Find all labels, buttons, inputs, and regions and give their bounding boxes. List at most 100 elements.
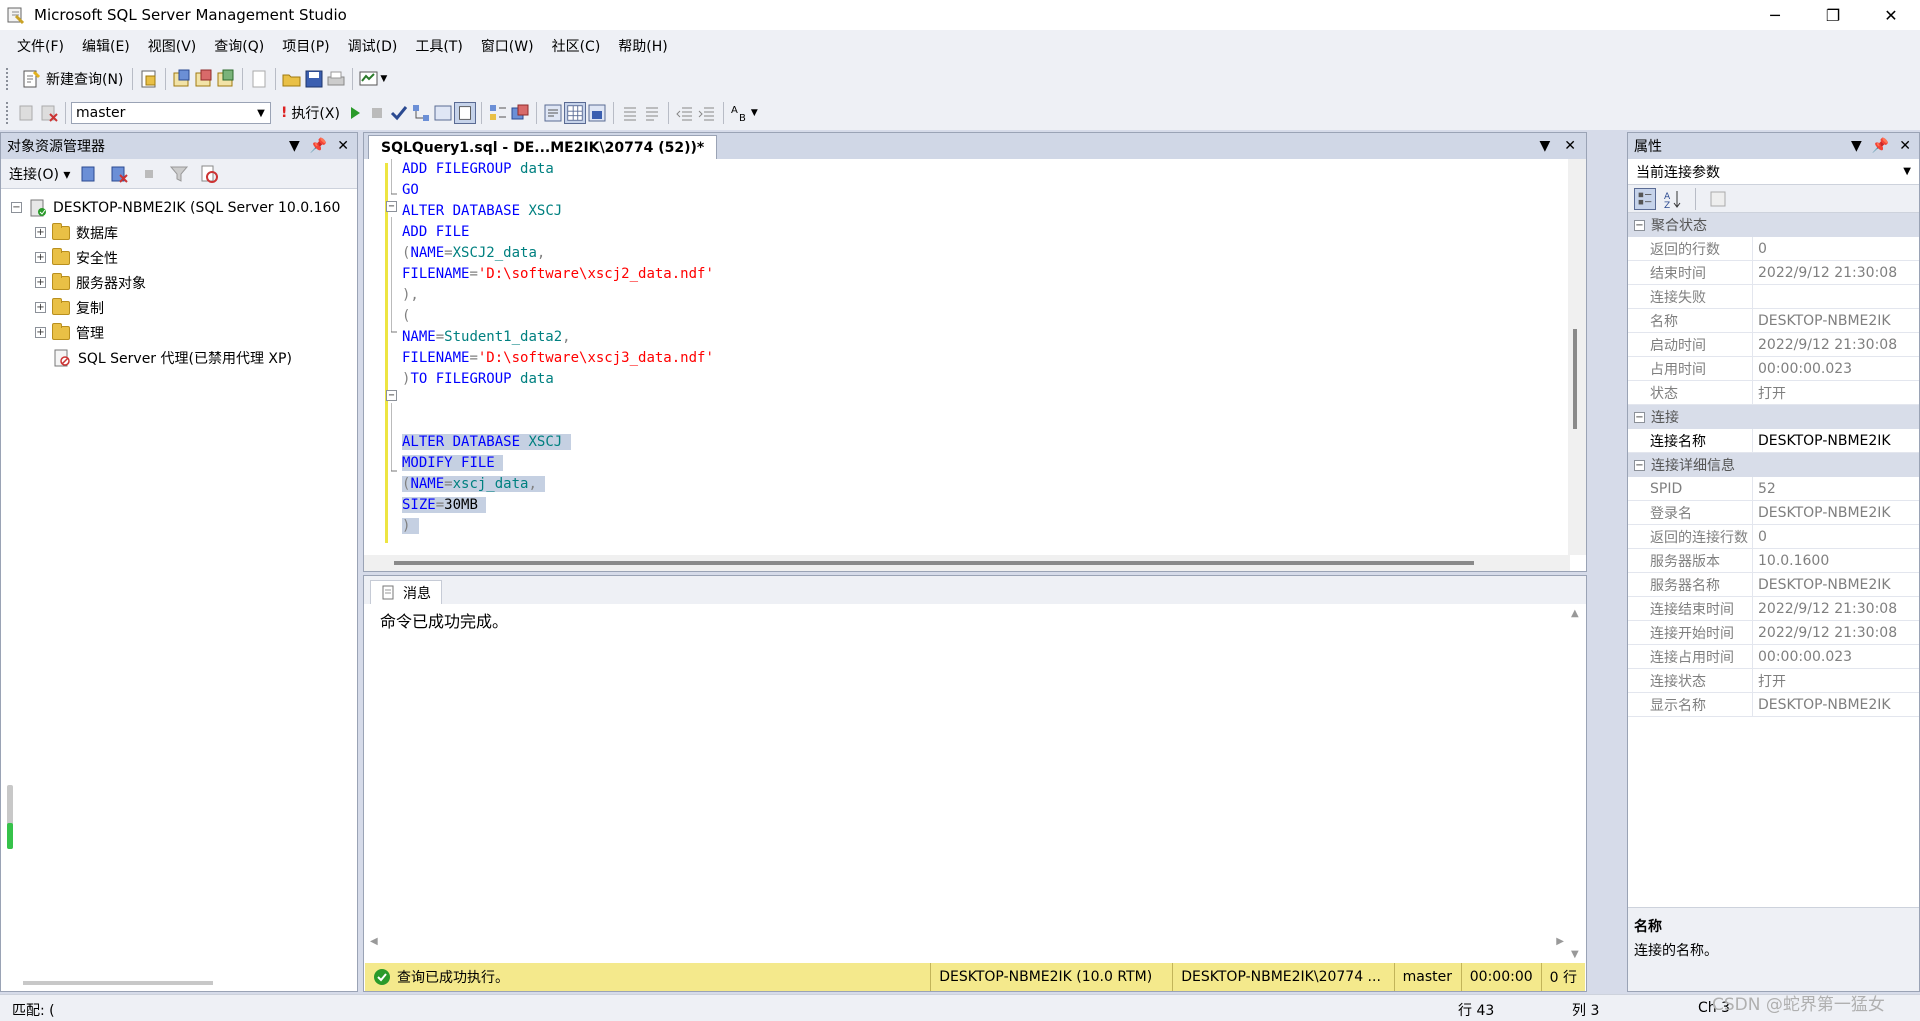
collapse-region-icon[interactable]: − xyxy=(386,390,397,401)
toolbar-overflow-icon[interactable]: ▼ xyxy=(380,74,387,84)
collapse-icon[interactable]: − xyxy=(1634,459,1645,471)
intellisense-icon[interactable] xyxy=(487,102,509,124)
property-row[interactable]: 登录名 DESKTOP-NBME2IK xyxy=(1628,501,1919,525)
property-row[interactable]: 服务器版本 10.0.1600 xyxy=(1628,549,1919,573)
minimize-button[interactable]: ─ xyxy=(1746,0,1804,30)
horizontal-scrollbar[interactable] xyxy=(23,981,213,985)
category-connection[interactable]: − 连接 xyxy=(1628,405,1919,429)
active-files-dropdown-icon[interactable]: ▼ xyxy=(1539,138,1550,154)
tree-node-security[interactable]: + 安全性 xyxy=(1,245,357,270)
menu-help[interactable]: 帮助(H) xyxy=(609,36,676,56)
property-row[interactable]: 连接名称 DESKTOP-NBME2IK xyxy=(1628,429,1919,453)
database-engine-query-icon[interactable] xyxy=(138,68,160,90)
property-row[interactable]: 启动时间 2022/9/12 21:30:08 xyxy=(1628,333,1919,357)
connect-dropdown-button[interactable]: 连接(O) ▾ xyxy=(9,164,70,184)
property-row[interactable]: 结束时间 2022/9/12 21:30:08 xyxy=(1628,261,1919,285)
connect-icon[interactable] xyxy=(16,102,38,124)
menu-file[interactable]: 文件(F) xyxy=(8,36,73,56)
property-row[interactable]: 连接占用时间 00:00:00.023 xyxy=(1628,645,1919,669)
collapse-icon[interactable]: − xyxy=(1634,411,1645,423)
mdx-query-icon[interactable] xyxy=(193,68,215,90)
panel-dropdown-icon[interactable]: ▼ xyxy=(1851,138,1862,154)
expand-icon[interactable]: + xyxy=(35,302,46,313)
specify-values-icon[interactable] xyxy=(453,102,476,124)
editor-vertical-scrollbar[interactable] xyxy=(1568,159,1586,555)
tab-sqlquery1[interactable]: SQLQuery1.sql - DE...ME2IK\20774 (52))* xyxy=(368,135,718,159)
execute-button[interactable]: ! 执行(X) xyxy=(277,101,344,125)
menu-view[interactable]: 视图(V) xyxy=(139,36,206,56)
property-row[interactable]: 名称 DESKTOP-NBME2IK xyxy=(1628,309,1919,333)
results-to-text-icon[interactable] xyxy=(542,102,564,124)
property-row[interactable]: 显示名称 DESKTOP-NBME2IK xyxy=(1628,693,1919,717)
menu-edit[interactable]: 编辑(E) xyxy=(73,36,139,56)
close-icon[interactable]: ✕ xyxy=(1899,138,1911,154)
query-designer-icon[interactable] xyxy=(432,102,454,124)
results-to-grid-icon[interactable] xyxy=(563,102,586,124)
property-row[interactable]: 返回的连接行数 0 xyxy=(1628,525,1919,549)
tree-node-server[interactable]: − DESKTOP-NBME2IK (SQL Server 10.0.160 xyxy=(1,195,357,220)
property-row[interactable]: 连接失败 xyxy=(1628,285,1919,309)
restore-button[interactable]: ❐ xyxy=(1804,0,1862,30)
analysis-query-icon[interactable] xyxy=(171,68,193,90)
parse-checkmark-icon[interactable] xyxy=(388,102,410,124)
expand-icon[interactable]: + xyxy=(35,327,46,338)
toolbar-grip[interactable] xyxy=(6,102,10,124)
available-databases-select[interactable]: master ▼ xyxy=(71,102,271,124)
property-row[interactable]: 连接开始时间 2022/9/12 21:30:08 xyxy=(1628,621,1919,645)
specify-template-values-icon[interactable]: AB xyxy=(729,102,751,124)
scroll-left-arrow-icon[interactable]: ◀ xyxy=(370,936,378,947)
open-folder-icon[interactable] xyxy=(281,68,303,90)
refresh-icon[interactable] xyxy=(198,163,220,185)
close-icon[interactable]: ✕ xyxy=(337,138,349,154)
property-row[interactable]: 服务器名称 DESKTOP-NBME2IK xyxy=(1628,573,1919,597)
tree-node-databases[interactable]: + 数据库 xyxy=(1,220,357,245)
categorized-icon[interactable] xyxy=(1634,187,1656,210)
property-row[interactable]: 占用时间 00:00:00.023 xyxy=(1628,357,1919,381)
scroll-right-arrow-icon[interactable]: ▶ xyxy=(1556,936,1564,947)
collapse-icon[interactable]: − xyxy=(11,202,22,213)
property-pages-icon[interactable] xyxy=(1707,188,1729,210)
category-aggregate-status[interactable]: − 聚合状态 xyxy=(1628,213,1919,237)
toolbar-overflow-icon[interactable]: ▼ xyxy=(751,108,758,118)
expand-icon[interactable]: + xyxy=(35,252,46,263)
results-to-file-icon[interactable] xyxy=(586,102,608,124)
tree-node-sql-agent[interactable]: SQL Server 代理(已禁用代理 XP) xyxy=(1,345,357,370)
new-file-icon[interactable] xyxy=(248,68,270,90)
tree-node-management[interactable]: + 管理 xyxy=(1,320,357,345)
pin-icon[interactable]: 📌 xyxy=(1872,138,1889,154)
property-row[interactable]: SPID 52 xyxy=(1628,477,1919,501)
tab-messages[interactable]: 消息 xyxy=(370,580,442,604)
display-estimated-plan-icon[interactable] xyxy=(410,102,432,124)
change-connection-icon[interactable] xyxy=(38,102,60,124)
scroll-up-arrow-icon[interactable]: ▲ xyxy=(1571,608,1579,619)
results-horizontal-scrollbar[interactable]: ◀ ▶ xyxy=(364,936,1570,952)
connect-server-icon[interactable] xyxy=(78,163,100,185)
collapse-icon[interactable]: − xyxy=(1634,219,1645,231)
toolbar-grip[interactable] xyxy=(6,68,10,90)
pin-icon[interactable]: 📌 xyxy=(310,138,327,154)
save-icon[interactable] xyxy=(303,68,325,90)
stop-icon[interactable] xyxy=(138,163,160,185)
menu-window[interactable]: 窗口(W) xyxy=(472,36,543,56)
results-vertical-scrollbar[interactable]: ▲ ▼ xyxy=(1568,604,1586,964)
scroll-down-arrow-icon[interactable]: ▼ xyxy=(1571,949,1579,960)
tree-node-replication[interactable]: + 复制 xyxy=(1,295,357,320)
property-row[interactable]: 返回的行数 0 xyxy=(1628,237,1919,261)
editor-horizontal-scrollbar[interactable] xyxy=(364,555,1570,571)
menu-query[interactable]: 查询(Q) xyxy=(205,36,273,56)
close-icon[interactable]: ✕ xyxy=(1564,138,1576,154)
close-window-button[interactable]: ✕ xyxy=(1862,0,1920,30)
menu-community[interactable]: 社区(C) xyxy=(543,36,610,56)
property-row[interactable]: 连接状态 打开 xyxy=(1628,669,1919,693)
disconnect-icon[interactable] xyxy=(108,163,130,185)
properties-object-select[interactable]: 当前连接参数 ▼ xyxy=(1628,159,1919,185)
alphabetical-sort-icon[interactable]: AZ xyxy=(1662,188,1684,210)
uncomment-icon[interactable] xyxy=(641,102,663,124)
increase-indent-icon[interactable] xyxy=(696,102,718,124)
debug-play-icon[interactable] xyxy=(344,102,366,124)
menu-tools[interactable]: 工具(T) xyxy=(406,36,471,56)
category-connection-details[interactable]: − 连接详细信息 xyxy=(1628,453,1919,477)
tree-node-server-objects[interactable]: + 服务器对象 xyxy=(1,270,357,295)
collapse-region-icon[interactable]: − xyxy=(386,201,397,212)
xmla-query-icon[interactable] xyxy=(215,68,237,90)
